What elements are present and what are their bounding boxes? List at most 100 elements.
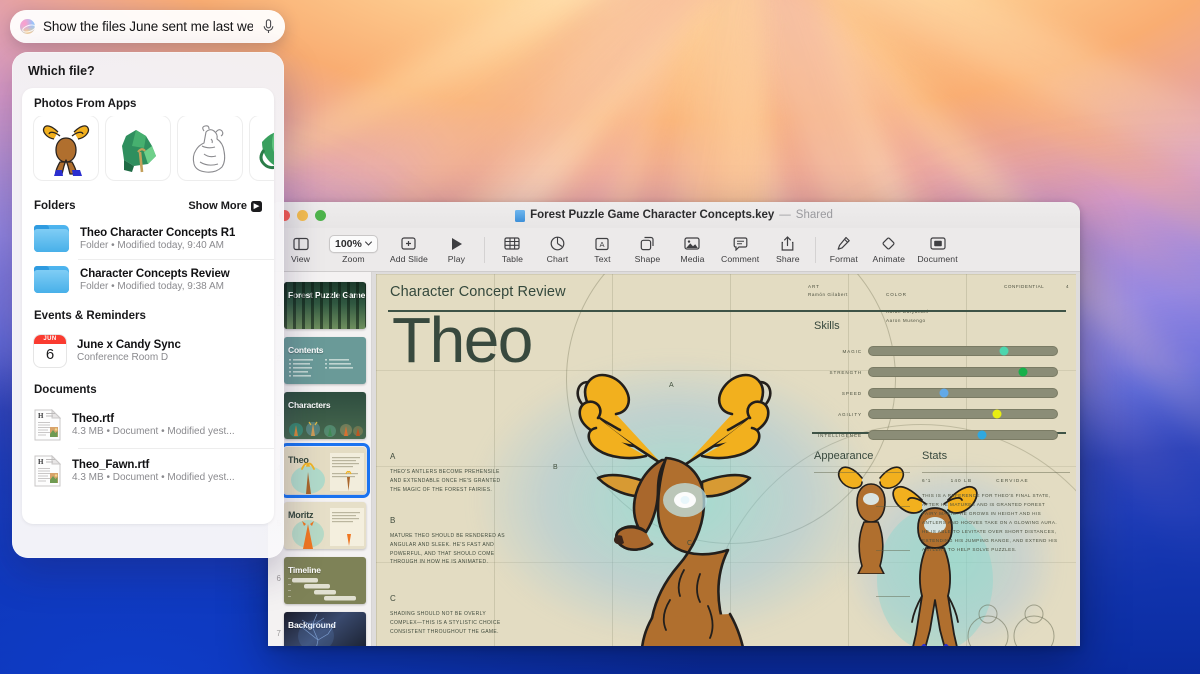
show-more-button[interactable]: Show More ▶ [188, 200, 262, 212]
slide-thumbnail[interactable]: Background [284, 612, 366, 646]
slide-thumbnail[interactable]: Characters [284, 392, 366, 439]
shared-label: Shared [795, 209, 833, 221]
photo-tile-deer-concept-art[interactable] [34, 116, 98, 180]
share-icon [781, 235, 794, 252]
toolbar-divider-2 [815, 236, 817, 263]
add-slide-icon [401, 235, 417, 252]
credit-names: Ramón Gilabert [808, 292, 848, 298]
skill-bar[interactable] [868, 430, 1058, 440]
rtf-document-icon: H [34, 454, 62, 487]
document-list-item-2[interactable]: H Theo_Fawn.rtf 4.3 MB • Document • Modi… [22, 448, 274, 494]
toolbar-button-share[interactable]: Share [765, 235, 810, 264]
siri-orb-icon [20, 19, 35, 34]
toolbar-button-text[interactable]: A Text [580, 235, 625, 264]
shape-icon [640, 235, 655, 252]
skill-label: AGILITY [838, 411, 862, 417]
skill-bar[interactable] [868, 388, 1058, 398]
photos-strip[interactable] [22, 116, 274, 190]
document-list-item-1[interactable]: H Theo.rtf 4.3 MB • Document • Modified … [22, 402, 274, 448]
toolbar-button-chart[interactable]: Chart [535, 235, 580, 264]
keynote-toolbar[interactable]: View 100% Zoom Add Slide Play Table Char… [268, 228, 1080, 272]
toolbar-label-play: Play [447, 254, 466, 264]
credit-art: ART Ramón Gilabert [808, 283, 848, 300]
siri-search-bar[interactable]: Show the files June sent me last week [10, 10, 285, 43]
slide-thumbnail[interactable]: Moritz [284, 502, 366, 549]
annotation-letter: B [390, 516, 396, 525]
folder-list-item-2[interactable]: Character Concepts Review Folder • Modif… [22, 259, 274, 300]
toolbar-label-shape: Shape [634, 254, 661, 264]
slide-navigator-item-7[interactable]: 7 Background [268, 608, 371, 646]
stats-title: Stats [922, 450, 948, 462]
keynote-body: 1 Forest Puzzle Game 2 Contents [268, 272, 1080, 646]
toolbar-label-add-slide: Add Slide [389, 254, 428, 264]
toolbar-label-document: Document [917, 254, 958, 264]
callout-b: B [553, 464, 558, 471]
table-icon [504, 235, 521, 252]
toolbar-button-play[interactable]: Play [434, 235, 479, 264]
photo-tile-green-creature-art[interactable] [106, 116, 170, 180]
document-icon [929, 235, 946, 252]
folder-list-item-1[interactable]: Theo Character Concepts R1 Folder • Modi… [22, 218, 274, 259]
toolbar-button-comment[interactable]: Comment [715, 235, 765, 264]
slide-thumbnail[interactable]: Timeline [284, 557, 366, 604]
toolbar-button-document[interactable]: Document [911, 235, 963, 264]
chart-icon [550, 235, 565, 252]
slide-canvas[interactable]: Character Concept Review ART Ramón Gilab… [372, 272, 1080, 646]
slide-header-title: Character Concept Review [390, 284, 566, 300]
toolbar-button-format[interactable]: Format [821, 235, 866, 264]
zoom-button[interactable] [315, 210, 326, 221]
document-title: Forest Puzzle Game Character Concepts.ke… [530, 209, 775, 221]
event-list-item-1[interactable]: JUN 6 June x Candy Sync Conference Room … [22, 328, 274, 374]
slide-number: 6 [276, 574, 281, 583]
window-controls[interactable] [279, 210, 326, 221]
media-icon [684, 235, 701, 252]
window-title: Forest Puzzle Game Character Concepts.ke… [515, 209, 833, 222]
siri-results-panel[interactable]: Which file? Photos From Apps Folders Sho… [12, 52, 284, 558]
toolbar-divider-1 [483, 236, 485, 263]
svg-text:H: H [38, 412, 44, 420]
toolbar-button-zoom[interactable]: 100% Zoom [323, 234, 384, 264]
svg-text:A: A [600, 240, 605, 249]
callout-c: C [687, 540, 693, 547]
skill-bar[interactable] [868, 346, 1058, 356]
slide-thumbnail[interactable]: Contents [284, 337, 366, 384]
toolbar-button-media[interactable]: Media [670, 235, 715, 264]
photo-tile-green-dragon-art[interactable] [250, 116, 274, 180]
toolbar-button-shape[interactable]: Shape [625, 235, 670, 264]
slide-navigator-item-6[interactable]: 6 Timeline [268, 553, 371, 608]
skill-row-magic: MAGIC [814, 346, 1058, 356]
credit-role: ART [808, 284, 820, 289]
document-item-text: Theo_Fawn.rtf 4.3 MB • Document • Modifi… [72, 459, 235, 483]
zoom-pill[interactable]: 100% [329, 234, 378, 253]
toolbar-button-table[interactable]: Table [490, 235, 535, 264]
document-item-meta: 4.3 MB • Document • Modified yest... [72, 472, 235, 483]
event-item-meta: Conference Room D [77, 352, 169, 363]
toolbar-button-animate[interactable]: Animate [866, 235, 911, 264]
skill-bar[interactable] [868, 367, 1058, 377]
confidential-label: CONFIDENTIAL [1004, 284, 1045, 289]
toolbar-label-comment: Comment [720, 254, 760, 264]
slide-thumbnail[interactable]: Forest Puzzle Game [284, 282, 366, 329]
microphone-icon[interactable] [261, 19, 275, 34]
skill-bar[interactable] [868, 409, 1058, 419]
siri-query-value: Show the files June sent me last week [43, 19, 253, 34]
minimize-button[interactable] [297, 210, 308, 221]
toolbar-label-chart: Chart [546, 254, 569, 264]
stats-summary: 6'1 140 LB CERVIDAE [922, 478, 1029, 483]
toolbar-label-share: Share [775, 254, 800, 264]
keynote-window[interactable]: Forest Puzzle Game Character Concepts.ke… [268, 202, 1080, 646]
event-item-text: June x Candy Sync Conference Room D [77, 339, 181, 363]
skill-row-agility: AGILITY [814, 409, 1058, 419]
skill-value-dot [1018, 367, 1028, 377]
document-item-meta: 4.3 MB • Document • Modified yest... [72, 426, 235, 437]
annotation-text: SHADING SHOULD NOT BE OVERLY COMPLEX—THI… [390, 611, 501, 635]
photo-tile-sketch-bear-art[interactable] [178, 116, 242, 180]
skill-label: SPEED [841, 390, 862, 396]
current-slide[interactable]: Character Concept Review ART Ramón Gilab… [376, 274, 1076, 646]
slide-thumbnail-selected[interactable]: Theo [280, 443, 370, 498]
annotation-c: C SHADING SHOULD NOT BE OVERLY COMPLEX—T… [390, 592, 505, 636]
toolbar-label-animate: Animate [872, 254, 906, 264]
toolbar-button-add-slide[interactable]: Add Slide [384, 235, 434, 264]
toolbar-button-view[interactable]: View [278, 235, 323, 264]
siri-query-text[interactable]: Show the files June sent me last week [43, 19, 253, 34]
